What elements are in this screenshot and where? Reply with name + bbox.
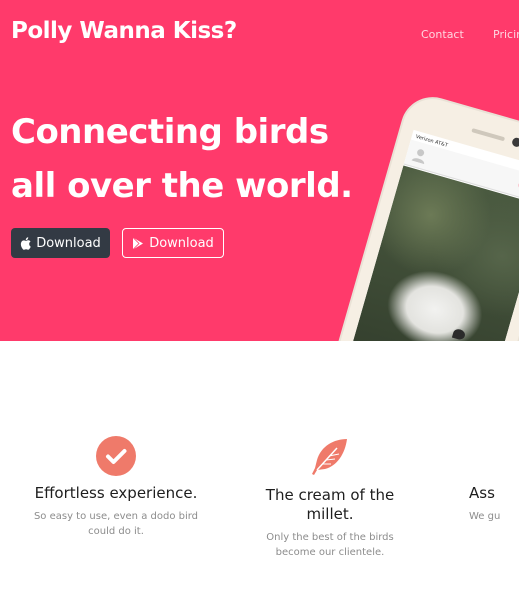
checkmark-circle-icon <box>96 436 136 476</box>
feature-assurance: Ass We gu <box>469 436 519 524</box>
feather-icon <box>312 439 347 475</box>
phone-speaker <box>471 128 506 142</box>
top-nav: Contact Pricin <box>421 28 519 41</box>
user-icon <box>411 149 425 165</box>
feature-icon-placeholder <box>469 436 519 476</box>
download-button-label: Download <box>36 235 101 251</box>
feature-description: Only the best of the birds become our cl… <box>235 530 425 560</box>
cockatoo-photo <box>339 165 519 341</box>
feature-description-line: Only the best of the birds <box>266 532 394 543</box>
feature-description-line: could do it. <box>88 526 144 537</box>
google-play-icon <box>132 236 144 250</box>
feature-description-line: become our clientele. <box>275 547 385 558</box>
cockatoo-beak <box>451 327 467 341</box>
feature-description-line: So easy to use, even a dodo bird <box>33 511 199 522</box>
feature-cream-of-millet: The cream of the millet. Only the best o… <box>235 436 425 560</box>
feature-title: Effortless experience. <box>34 484 198 502</box>
hero-section: Polly Wanna Kiss? Contact Pricin Connect… <box>0 0 519 341</box>
feature-title-line: millet. <box>306 505 354 523</box>
feature-title: Ass <box>469 484 495 502</box>
download-button-label: Download <box>149 235 214 251</box>
apple-icon <box>21 236 31 250</box>
brand-title[interactable]: Polly Wanna Kiss? <box>11 18 237 44</box>
feature-effortless: Effortless experience. So easy to use, e… <box>21 436 211 539</box>
hero-headline-line: Connecting birds <box>11 112 329 152</box>
nav-link-pricing[interactable]: Pricin <box>493 28 519 41</box>
phone-camera <box>511 136 519 148</box>
nav-link-contact[interactable]: Contact <box>421 28 464 41</box>
google-play-download-button[interactable]: Download <box>122 228 224 258</box>
feature-title-line: The cream of the <box>265 486 395 504</box>
feature-description: So easy to use, even a dodo bird could d… <box>21 509 211 539</box>
hero-headline: Connecting birds all over the world. <box>11 105 353 213</box>
feature-description: We gu <box>469 511 501 522</box>
hero-headline-line: all over the world. <box>11 166 353 206</box>
app-store-download-button[interactable]: Download <box>11 228 110 258</box>
features-section: Effortless experience. So easy to use, e… <box>0 341 519 590</box>
feature-title: The cream of the millet. <box>235 486 425 524</box>
phone-screen: Verizon AT&T <box>339 129 519 341</box>
